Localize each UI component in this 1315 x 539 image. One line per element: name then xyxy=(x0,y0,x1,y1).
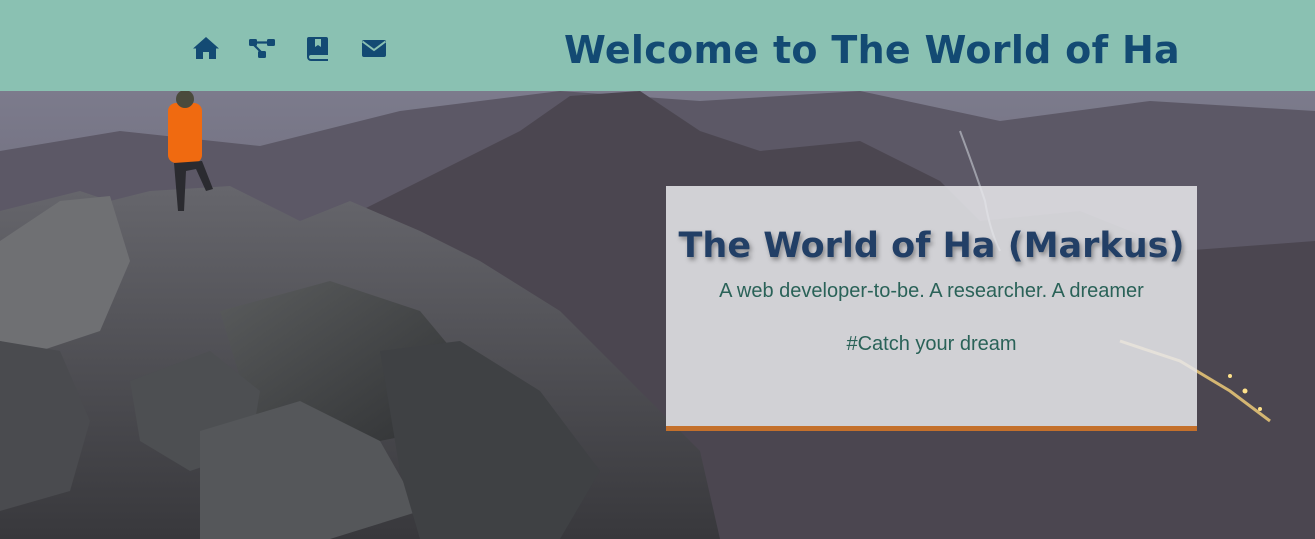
intro-card: The World of Ha (Markus) A web developer… xyxy=(666,186,1197,431)
book-icon[interactable] xyxy=(303,33,333,63)
intro-motto: #Catch your dream xyxy=(846,333,1017,355)
share-nodes-icon[interactable] xyxy=(247,33,277,63)
site-title: Welcome to The World of Ha xyxy=(563,28,1180,72)
intro-title: The World of Ha (Markus) xyxy=(678,226,1185,266)
top-navbar: Welcome to The World of Ha xyxy=(0,0,1315,91)
home-icon[interactable] xyxy=(191,33,221,63)
intro-tagline: A web developer-to-be. A researcher. A d… xyxy=(719,280,1144,302)
envelope-icon[interactable] xyxy=(359,33,389,63)
hero-section: The World of Ha (Markus) A web developer… xyxy=(0,91,1315,539)
nav-icon-bar xyxy=(191,33,415,63)
